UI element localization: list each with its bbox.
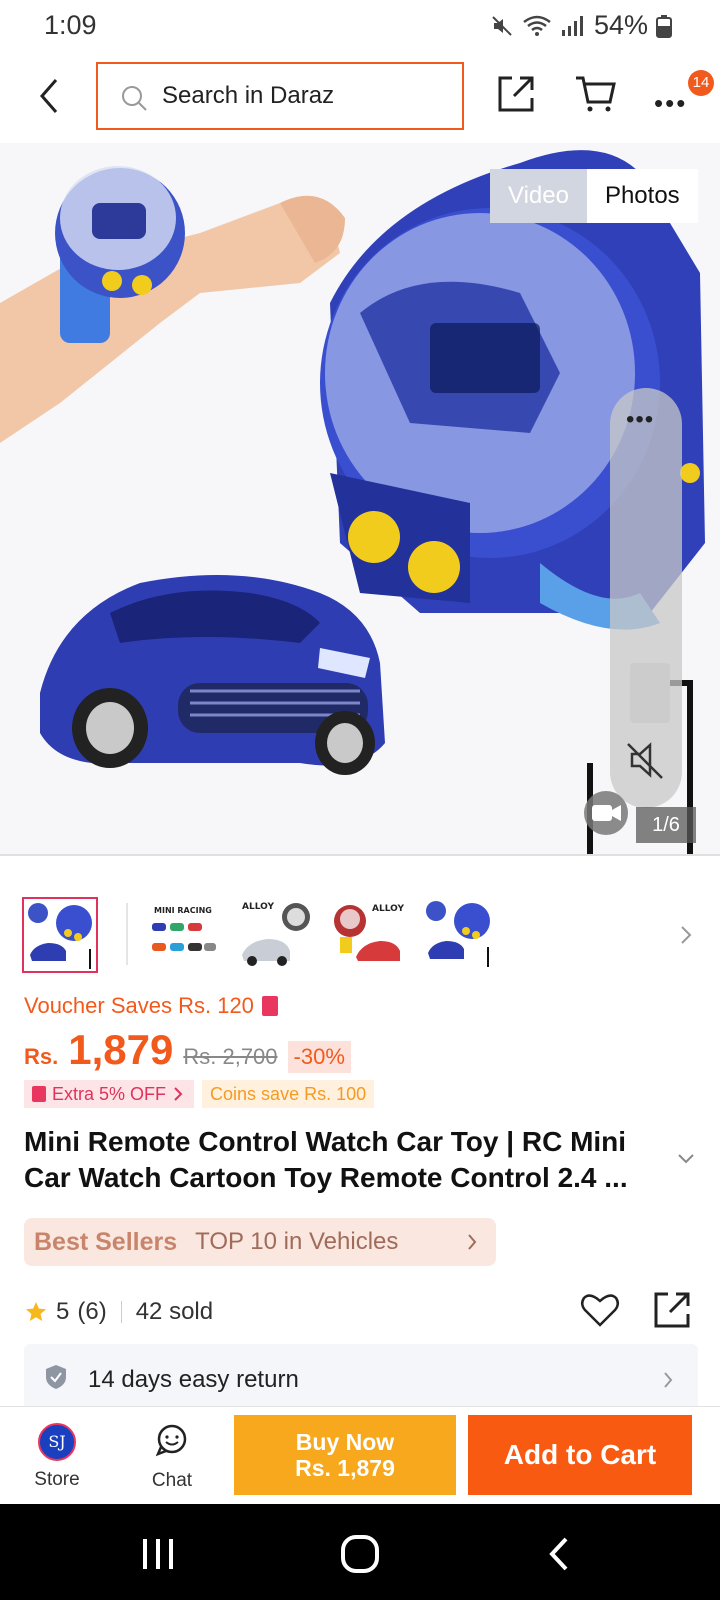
share-product-button[interactable]	[652, 1290, 692, 1335]
thumbnail-image: ALLOY	[330, 897, 406, 973]
image-counter: 1/6	[636, 807, 696, 843]
battery-icon	[656, 14, 672, 38]
video-camera-button[interactable]	[584, 791, 628, 835]
media-tabs: Video Photos	[490, 169, 698, 223]
coins-promo[interactable]: Coins save Rs. 100	[202, 1080, 375, 1108]
bottom-action-bar: SJ Store Chat Buy Now Rs. 1,879 Add to C…	[0, 1406, 720, 1504]
extra-off-text: Extra 5% OFF	[52, 1084, 167, 1104]
original-price: Rs. 2,700	[183, 1044, 278, 1069]
search-input[interactable]: Search in Daraz	[96, 62, 464, 130]
buy-now-button[interactable]: Buy Now Rs. 1,879	[234, 1415, 456, 1495]
battery-percent: 54%	[593, 10, 648, 40]
thumbnail-strip: MINI RACING ALLOY ALLOY	[22, 897, 702, 975]
signal-icon	[561, 15, 583, 36]
chevron-right-icon	[468, 1234, 477, 1250]
search-header: Search in Daraz •••	[0, 56, 720, 138]
recent-apps-icon[interactable]	[140, 1538, 176, 1570]
current-price: 1,879	[68, 1026, 174, 1073]
more-icon[interactable]: •••	[626, 406, 654, 434]
chevron-right-icon[interactable]	[678, 923, 694, 947]
buy-now-label: Buy Now	[295, 1429, 395, 1455]
product-image-gallery[interactable]: Video Photos ••• 1/6	[0, 143, 720, 855]
discount-badge: -30%	[287, 1041, 351, 1073]
cart-icon	[576, 76, 616, 112]
chevron-right-icon	[664, 1372, 673, 1388]
chevron-down-icon[interactable]	[676, 1152, 696, 1166]
chevron-left-icon	[40, 79, 58, 113]
chat-label: Chat	[151, 1470, 193, 1491]
svg-text:MINI RACING: MINI RACING	[154, 906, 212, 915]
wishlist-button[interactable]	[580, 1292, 620, 1333]
bestsellers-rank: TOP 10 in Vehicles	[195, 1228, 399, 1255]
extra-off-promo[interactable]: Extra 5% OFF	[24, 1080, 195, 1108]
chevron-right-icon	[174, 1087, 183, 1101]
add-to-cart-button[interactable]: Add to Cart	[468, 1415, 692, 1495]
mute-status-icon	[492, 15, 512, 36]
voucher-text: Voucher Saves Rs. 120	[24, 993, 254, 1018]
return-policy-text: 14 days easy return	[88, 1366, 299, 1393]
store-label: Store	[34, 1469, 80, 1490]
chat-button[interactable]: Chat	[140, 1413, 204, 1497]
shield-icon	[46, 1365, 66, 1389]
price-currency: Rs.	[24, 1044, 59, 1069]
home-icon[interactable]	[340, 1534, 380, 1574]
search-placeholder: Search in Daraz	[162, 82, 335, 109]
thumbnail-image: ALLOY	[238, 897, 314, 973]
voucher-tag-icon	[261, 996, 278, 1016]
divider	[120, 1301, 122, 1323]
rating-row[interactable]: 5 (6) 42 sold	[24, 1292, 213, 1332]
thumbnail-1[interactable]	[22, 897, 98, 973]
store-button[interactable]: SJ Store	[26, 1413, 88, 1497]
rating-value: 5	[56, 1298, 70, 1325]
sold-count: 42 sold	[135, 1298, 214, 1325]
price-row: Rs. 1,879 Rs. 2,700 -30%	[24, 1026, 351, 1076]
svg-text:ALLOY: ALLOY	[242, 902, 274, 912]
thumbnail-image: MINI RACING	[146, 897, 222, 973]
video-control-panel[interactable]: •••	[610, 388, 682, 808]
promo-row: Extra 5% OFF Coins save Rs. 100	[24, 1080, 375, 1108]
wifi-icon	[523, 15, 551, 36]
rating-count: (6)	[77, 1298, 107, 1325]
thumbnail-image	[422, 897, 494, 969]
back-icon[interactable]	[546, 1536, 572, 1572]
notification-badge: 14	[688, 70, 714, 96]
bestsellers-banner[interactable]: Best Sellers TOP 10 in Vehicles	[24, 1218, 496, 1266]
divider	[0, 854, 720, 856]
status-icons: 54%	[490, 10, 672, 41]
thumbnail-5[interactable]	[422, 897, 498, 973]
system-navigation-bar	[0, 1504, 720, 1600]
chat-icon	[155, 1424, 187, 1457]
voucher-tag-icon	[32, 1086, 46, 1102]
mute-icon[interactable]	[624, 738, 668, 782]
back-button[interactable]	[30, 74, 70, 118]
video-camera-icon	[592, 805, 621, 821]
thumbnail-separator	[126, 903, 128, 965]
cart-button[interactable]	[574, 74, 622, 118]
heart-icon	[581, 1294, 619, 1327]
buy-now-price: Rs. 1,879	[295, 1455, 395, 1481]
status-time: 1:09	[44, 10, 97, 40]
thumbnail-2[interactable]: MINI RACING	[146, 897, 222, 973]
share-icon	[498, 76, 534, 112]
search-icon	[122, 86, 147, 111]
share-icon	[654, 1292, 690, 1328]
voucher-savings[interactable]: Voucher Saves Rs. 120	[24, 993, 278, 1019]
store-avatar: SJ	[38, 1423, 76, 1461]
svg-text:ALLOY: ALLOY	[372, 904, 404, 914]
star-icon	[26, 1302, 46, 1321]
product-title: Mini Remote Control Watch Car Toy | RC M…	[24, 1126, 628, 1193]
status-bar: 1:09 54%	[0, 0, 720, 50]
tab-photos[interactable]: Photos	[586, 169, 698, 223]
thumbnail-4[interactable]: ALLOY	[330, 897, 406, 973]
thumbnail-3[interactable]: ALLOY	[238, 897, 314, 973]
tab-video[interactable]: Video	[490, 169, 587, 223]
share-button[interactable]	[496, 74, 540, 118]
bestsellers-label: Best Sellers	[34, 1227, 178, 1256]
more-icon: •••	[654, 88, 688, 118]
thumbnail-image	[24, 899, 96, 971]
